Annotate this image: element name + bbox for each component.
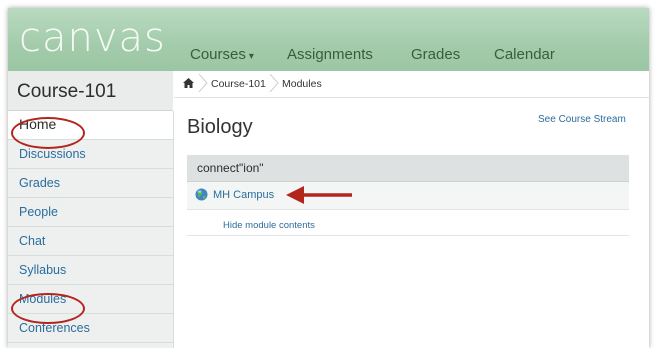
sidebar-item-grades[interactable]: Grades <box>8 169 173 198</box>
sidebar-item-label: Grades <box>19 176 60 190</box>
breadcrumb-modules[interactable]: Modules <box>282 78 322 90</box>
breadcrumb-separator-icon <box>269 74 279 92</box>
nav-assignments[interactable]: Assignments <box>287 46 373 64</box>
nav-grades[interactable]: Grades <box>411 46 460 64</box>
chevron-down-icon: ▾ <box>248 51 254 62</box>
annotation-oval-modules <box>11 293 85 324</box>
nav-courses-label: Courses <box>190 46 246 63</box>
nav-assignments-label: Assignments <box>287 46 373 63</box>
mh-campus-link[interactable]: MH Campus <box>213 189 274 201</box>
module-header: connect"ion" <box>187 155 629 182</box>
module-item-row: MH Campus <box>187 182 629 210</box>
page-title: Biology <box>187 116 253 138</box>
hide-module-contents-link[interactable]: Hide module contents <box>223 220 315 231</box>
nav-grades-label: Grades <box>411 46 461 63</box>
sidebar-item-label: Chat <box>19 234 46 248</box>
sidebar-item-chat[interactable]: Chat <box>8 227 173 256</box>
sidebar-item-people[interactable]: People <box>8 198 173 227</box>
breadcrumb-course[interactable]: Course-101 <box>211 78 266 90</box>
sidebar-item-label: People <box>19 205 58 219</box>
breadcrumb-separator-icon <box>198 74 208 92</box>
nav-courses[interactable]: Courses ▾ <box>190 46 254 66</box>
canvas-logo[interactable]: canvas <box>19 18 166 58</box>
annotation-arrow-icon <box>286 186 352 204</box>
sidebar-item-syllabus[interactable]: Syllabus <box>8 256 173 285</box>
module-name: connect"ion" <box>197 161 264 175</box>
global-header: canvas Courses ▾ Assignments Grades Calen… <box>8 8 649 71</box>
breadcrumb: Course-101 Modules <box>174 71 649 98</box>
sidebar-item-label: Discussions <box>19 147 86 161</box>
hide-module-contents-row: Hide module contents <box>187 216 629 236</box>
globe-icon <box>195 188 208 201</box>
home-icon[interactable] <box>183 78 194 88</box>
annotation-oval-home <box>11 117 85 149</box>
course-title-box: Course-101 <box>8 71 173 111</box>
nav-calendar[interactable]: Calendar <box>494 46 555 64</box>
sidebar-item-label: Syllabus <box>19 263 67 277</box>
browser-viewport: canvas Courses ▾ Assignments Grades Calen… <box>8 8 649 348</box>
course-title[interactable]: Course-101 <box>17 81 116 103</box>
nav-calendar-label: Calendar <box>494 46 555 63</box>
see-course-stream-link[interactable]: See Course Stream <box>538 114 626 125</box>
